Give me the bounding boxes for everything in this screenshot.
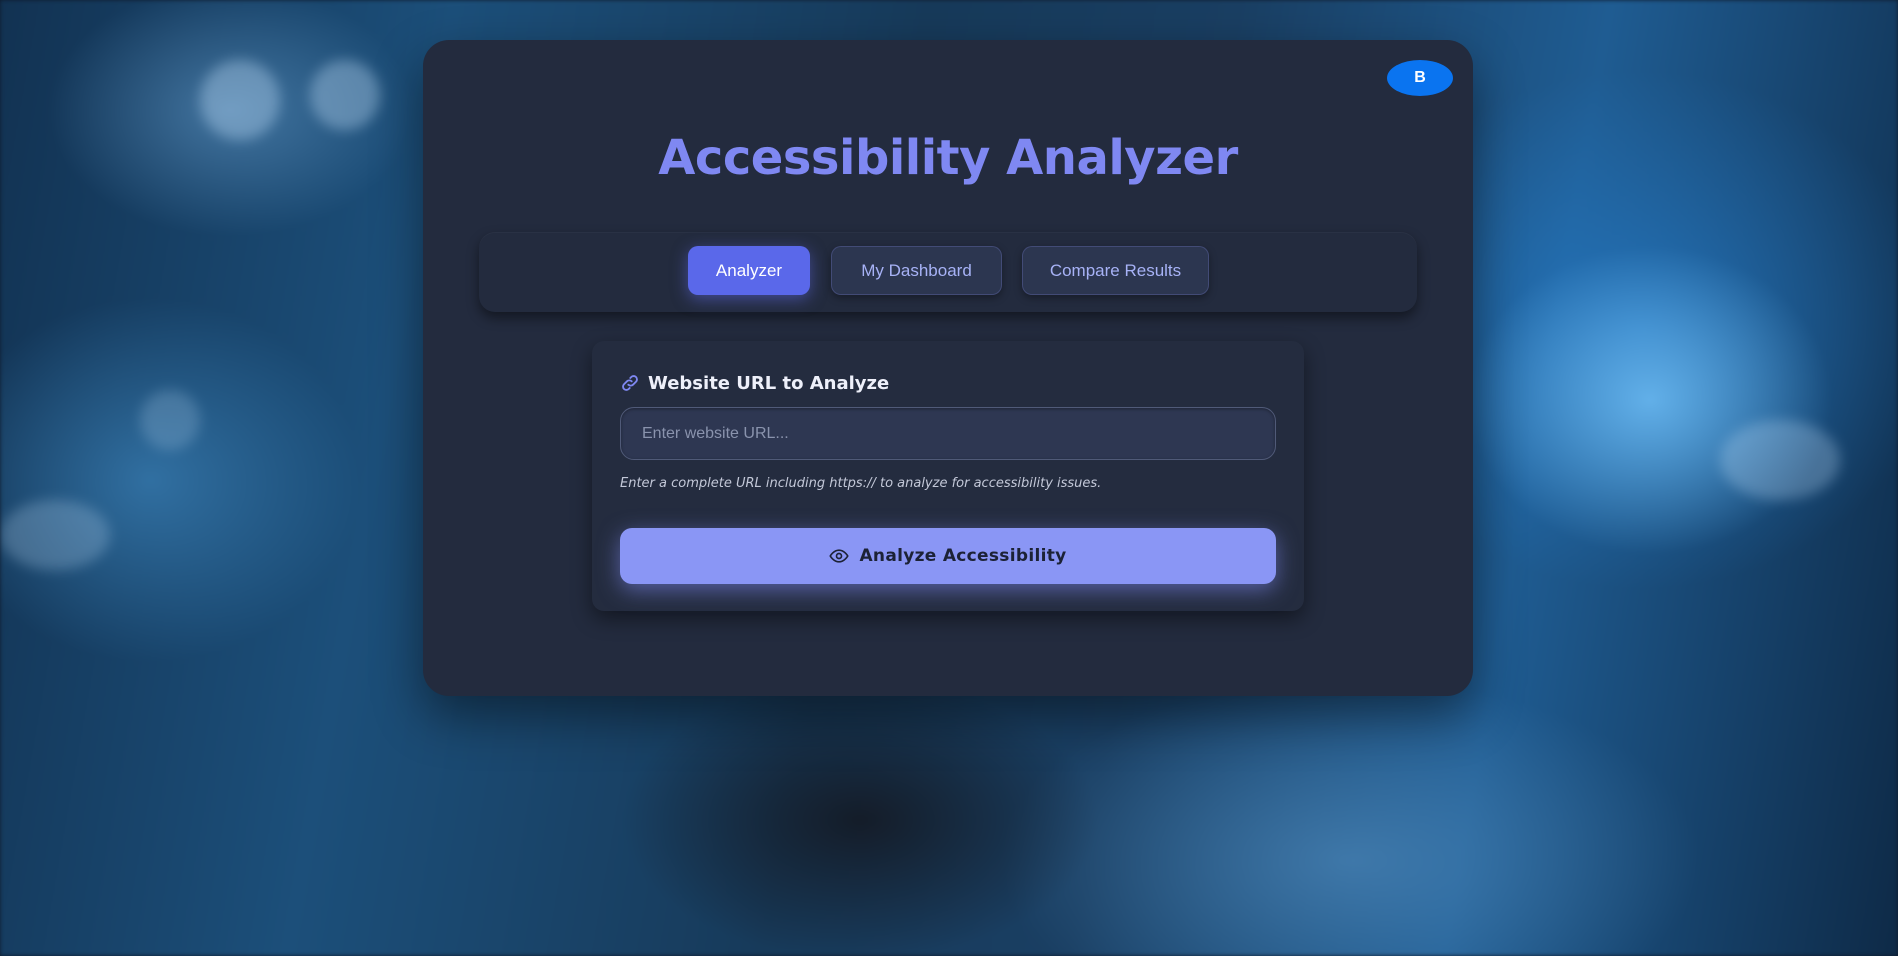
url-label-text: Website URL to Analyze xyxy=(648,372,890,394)
tab-compare-results[interactable]: Compare Results xyxy=(1022,246,1209,295)
tab-my-dashboard[interactable]: My Dashboard xyxy=(831,246,1002,295)
analyze-button-label: Analyze Accessibility xyxy=(859,546,1067,566)
analyze-accessibility-button[interactable]: Analyze Accessibility xyxy=(620,528,1276,584)
eye-icon xyxy=(829,546,850,566)
url-field-label: Website URL to Analyze xyxy=(620,369,889,397)
link-icon xyxy=(620,373,640,393)
user-avatar[interactable]: B xyxy=(1387,60,1453,96)
page-title: Accessibility Analyzer xyxy=(658,130,1238,186)
tab-analyzer[interactable]: Analyzer xyxy=(688,246,810,295)
url-hint-text: Enter a complete URL including https:// … xyxy=(620,476,1102,491)
url-input[interactable] xyxy=(620,407,1276,460)
